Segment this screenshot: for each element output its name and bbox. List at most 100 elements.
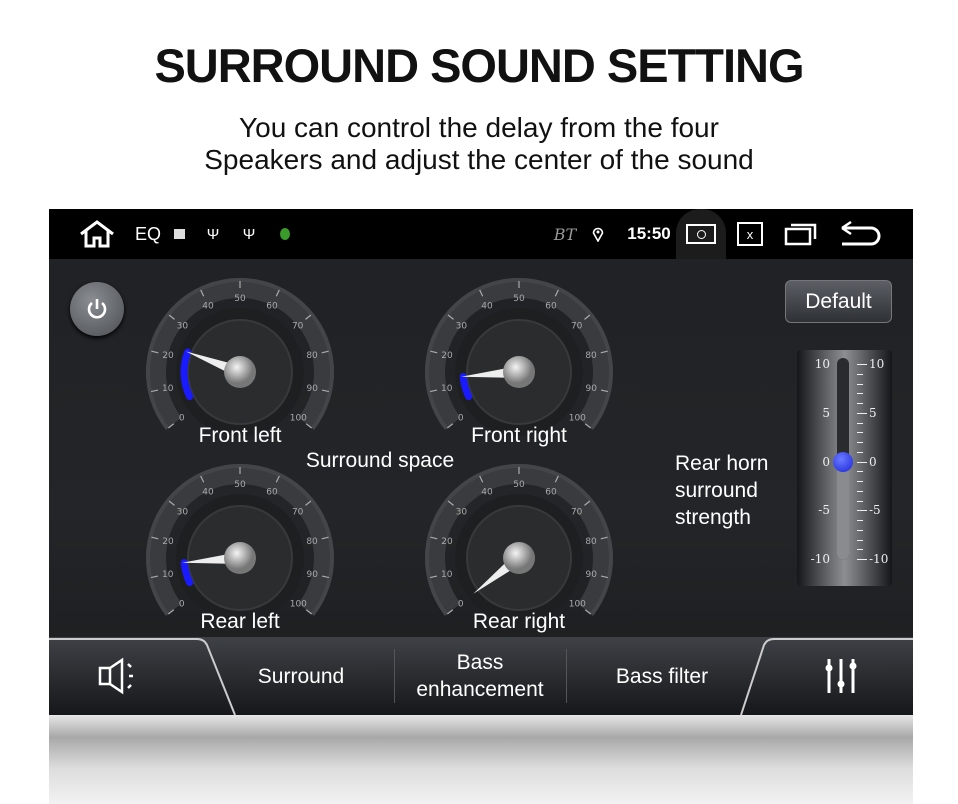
gauge-tick-label: 30 <box>456 322 468 332</box>
screenshot-icon[interactable] <box>676 209 726 259</box>
gauge-tick-label: 30 <box>177 508 189 518</box>
speaker-icon <box>98 657 133 695</box>
bluetooth-icon: BT <box>553 224 577 244</box>
slider-tick <box>857 451 863 453</box>
rear-horn-slider[interactable]: 10 10 5 5 0 0 -5 -5 -10 -10 <box>797 350 892 586</box>
gauge-tick-label: 20 <box>441 351 453 361</box>
slider-tick <box>857 412 867 414</box>
speaker-tab[interactable] <box>49 637 199 715</box>
gauge-tick-label: 20 <box>441 537 453 547</box>
slider-scale-label: 5 <box>822 405 830 420</box>
gauge-tick-label: 100 <box>290 414 307 424</box>
status-bar: EQ Ψ Ψ BT 15:50 x <box>49 209 913 259</box>
slider-scale-label: -10 <box>869 552 889 566</box>
slider-tick <box>857 529 863 531</box>
label-line: surround <box>675 479 758 502</box>
gauge-knob <box>224 356 256 388</box>
slider-tick <box>857 461 867 463</box>
slider-scale-label: 10 <box>869 357 885 371</box>
slider-tick <box>857 481 863 482</box>
gauge-tick-label: 20 <box>162 351 174 361</box>
gauge-tick-label: 70 <box>292 322 304 332</box>
rear-horn-label: Rear horn surround strength <box>675 450 768 531</box>
gauge-tick-label: 80 <box>585 351 597 361</box>
gauge-tick-label: 60 <box>545 487 557 497</box>
slider-tick <box>857 549 863 551</box>
gauge-tick-label: 50 <box>513 480 525 490</box>
equalizer-tab[interactable] <box>769 637 913 715</box>
gauge-tick-label: 50 <box>234 480 246 490</box>
gauge-tick-label: 90 <box>307 570 319 580</box>
eq-status: EQ <box>134 223 161 244</box>
slider-knob[interactable] <box>833 451 853 472</box>
gauge-tick-label: 100 <box>569 600 586 610</box>
location-icon <box>589 209 607 259</box>
slider-tick <box>857 422 863 424</box>
gauge-tick-label: 30 <box>456 508 468 518</box>
usb-icon: Ψ <box>206 225 220 243</box>
gauge-tick-label: 10 <box>441 384 453 394</box>
gauge-tick-label: 40 <box>481 301 493 311</box>
power-icon <box>87 299 107 319</box>
slider-fill <box>837 461 849 560</box>
subtitle-line: Speakers and adjust the center of the so… <box>204 144 754 175</box>
slider-scale-label: 5 <box>869 405 877 420</box>
gauge-tick-label: 10 <box>162 384 174 394</box>
gauge-tick-label: 70 <box>571 508 583 518</box>
home-icon[interactable] <box>75 209 119 259</box>
slider-tick <box>857 471 863 473</box>
subtitle-line: You can control the delay from the four <box>239 112 719 143</box>
page-title: SURROUND SOUND SETTING <box>154 39 804 92</box>
gauge-tick-label: 60 <box>266 487 278 497</box>
gauge-label: Rear left <box>200 610 280 633</box>
slider-tick <box>857 432 863 434</box>
default-button[interactable]: Default <box>785 280 892 323</box>
gauge-tick-label: 0 <box>179 414 185 424</box>
gauge-label: Front left <box>198 424 282 447</box>
slider-scale-label: -5 <box>869 503 881 518</box>
tab-bass-enhancement[interactable]: Bass enhancement <box>395 637 565 715</box>
slider-tick <box>857 442 863 443</box>
tab-bass-filter[interactable]: Bass filter <box>567 637 757 715</box>
bottom-tab-bar: Surround Bass enhancement Bass filter <box>49 637 913 715</box>
gauge-tick-label: 90 <box>586 384 598 394</box>
gauge-tick-label: 40 <box>481 487 493 497</box>
close-window-icon[interactable]: x <box>735 209 765 259</box>
gauge-tick-label: 80 <box>585 537 597 547</box>
slider-tick <box>857 373 863 375</box>
gauge-tick-label: 0 <box>458 600 464 610</box>
page-subtitle: You can control the delay from the four S… <box>0 112 958 176</box>
android-icon <box>277 209 293 259</box>
gauge-tick-label: 50 <box>513 294 525 304</box>
image-icon <box>171 209 187 259</box>
gauge-tick-label: 60 <box>266 301 278 311</box>
slider-tick <box>857 403 863 404</box>
slider-tick <box>857 539 863 541</box>
power-button[interactable] <box>70 282 124 336</box>
gauge-tick-label: 100 <box>290 600 307 610</box>
slider-tick <box>857 500 863 502</box>
gauge-tick-label: 20 <box>162 537 174 547</box>
clock: 15:50 <box>627 224 671 243</box>
gauge-tick-label: 0 <box>458 414 464 424</box>
gauge-tick-label: 80 <box>306 351 318 361</box>
gauge-tick-label: 10 <box>162 570 174 580</box>
gauge-label: Rear right <box>472 610 566 633</box>
gauge-tick-label: 40 <box>202 487 214 497</box>
gauge-tick-label: 10 <box>441 570 453 580</box>
head-unit-screen: EQ Ψ Ψ BT 15:50 x Default 0 10 20 30 40 50 60 7… <box>49 209 913 715</box>
equalizer-sliders-icon <box>825 659 857 693</box>
gauge-tick-label: 100 <box>569 414 586 424</box>
gauge-tick-label: 50 <box>234 294 246 304</box>
gauge-tick-label: 80 <box>306 537 318 547</box>
gauge-tick-label: 30 <box>177 322 189 332</box>
tab-surround[interactable]: Surround <box>229 637 373 715</box>
gauge-tick-label: 90 <box>307 384 319 394</box>
gauge-tick-label: 70 <box>292 508 304 518</box>
slider-scale-label: 0 <box>822 454 830 469</box>
gauge-knob <box>503 542 535 574</box>
gauge-knob <box>503 356 535 388</box>
recent-apps-icon[interactable] <box>783 209 819 259</box>
back-icon[interactable] <box>835 209 885 259</box>
slider-scale-label: -10 <box>810 552 830 566</box>
